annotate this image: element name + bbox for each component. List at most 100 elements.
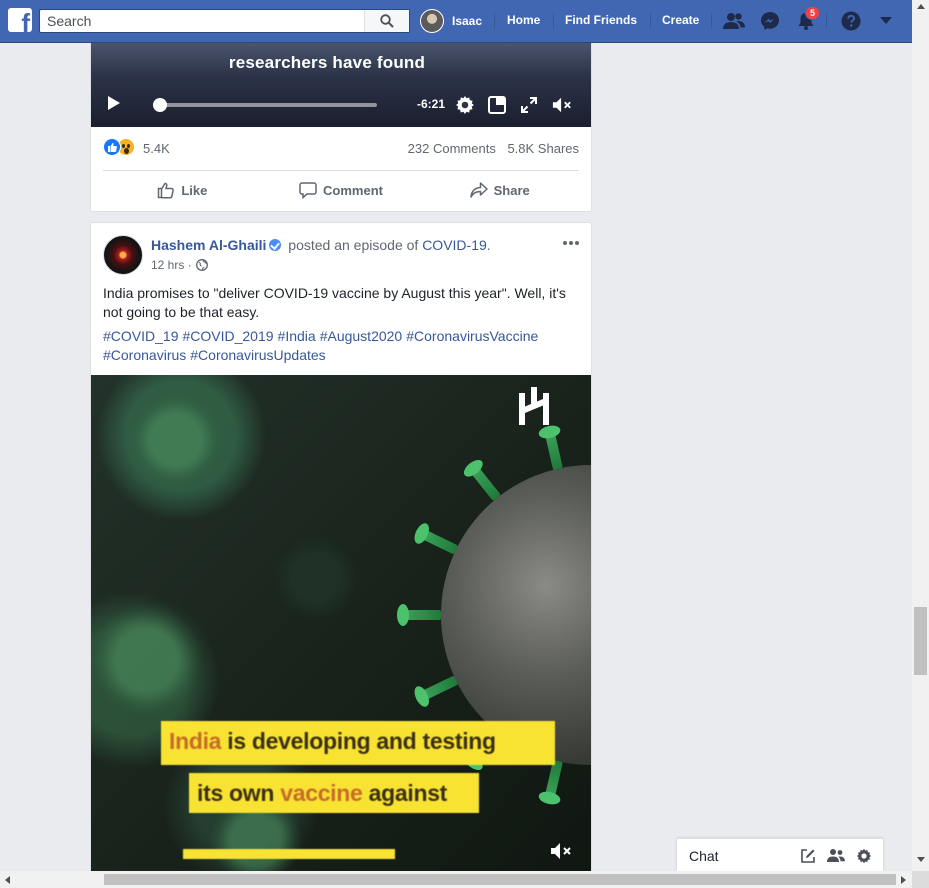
nav-create-link[interactable]: Create (662, 13, 699, 27)
hashtag-link[interactable]: #CoronavirusUpdates (190, 347, 325, 363)
like-button[interactable]: Like (103, 173, 262, 207)
notification-count-badge: 5 (805, 6, 821, 20)
search-input[interactable] (40, 10, 365, 32)
video-player[interactable]: India is developing and testing its own … (91, 375, 591, 882)
post-header: Hashem Al-Ghaili posted an episode of CO… (151, 237, 491, 253)
avatar (420, 9, 444, 33)
nav-divider (711, 13, 712, 29)
chat-settings-button[interactable] (855, 847, 873, 865)
hashtag-link[interactable]: #August2020 (320, 328, 403, 344)
mute-button[interactable] (552, 95, 572, 115)
more-icon (575, 241, 579, 245)
like-reaction-icon[interactable] (103, 138, 121, 156)
like-label: Like (181, 182, 208, 198)
facebook-logo-icon[interactable]: f (8, 8, 32, 32)
mute-icon (552, 97, 571, 113)
post-stats: 5.4K 232 Comments 5.8K Shares (103, 138, 579, 158)
pip-icon (488, 96, 506, 114)
post-timestamp: 12 hrs · (151, 258, 208, 272)
comment-icon (299, 182, 317, 199)
episode-link[interactable]: COVID-19 (422, 237, 487, 253)
video-caption: researchers have found (228, 53, 426, 72)
divider (103, 170, 579, 171)
hashtag-link[interactable]: #COVID_2019 (182, 328, 273, 344)
messenger-button[interactable] (758, 10, 782, 32)
shares-count-link[interactable]: 5.8K Shares (507, 141, 579, 156)
fullscreen-icon (521, 97, 537, 113)
hashtag-link[interactable]: #Coronavirus (103, 347, 186, 363)
video-caption-line (183, 849, 395, 859)
comment-button[interactable]: Comment (262, 173, 421, 207)
reactions-count[interactable]: 5.4K (143, 141, 170, 156)
video-progress-handle[interactable] (153, 98, 167, 112)
more-icon (569, 241, 573, 245)
globe-icon (195, 259, 208, 271)
friends-icon (723, 13, 745, 29)
hashtag-link[interactable]: #COVID_19 (103, 328, 178, 344)
like-icon (158, 182, 175, 199)
video-time-remaining: -6:21 (417, 97, 446, 111)
chat-bar[interactable]: Chat (676, 838, 884, 871)
horizontal-scrollbar[interactable] (0, 871, 912, 888)
search-button[interactable] (364, 10, 409, 32)
video-settings-button[interactable] (455, 95, 475, 115)
virus-image (91, 605, 201, 715)
scroll-down-arrow-icon[interactable] (917, 857, 925, 862)
nav-find-friends-link[interactable]: Find Friends (565, 13, 637, 27)
author-name-link[interactable]: Hashem Al-Ghaili (151, 237, 266, 253)
channel-logo-icon (519, 387, 549, 425)
video-caption-highlight: vaccine (280, 780, 363, 806)
share-button[interactable]: Share (420, 173, 579, 207)
post-actions: Like Comment Share (103, 173, 579, 207)
fullscreen-button[interactable] (519, 95, 539, 115)
author-avatar[interactable] (103, 235, 143, 275)
help-button[interactable] (839, 10, 863, 32)
scroll-up-arrow-icon[interactable] (917, 4, 925, 9)
verified-badge-icon (269, 239, 282, 251)
scrollbar-corner (912, 871, 929, 888)
post-hashtags: #COVID_19 #COVID_2019 #India #August2020 #Co… (103, 327, 579, 365)
video-caption-text: against (362, 780, 448, 806)
notifications-button[interactable]: 5 (794, 6, 821, 32)
profile-name: Isaac (452, 14, 483, 28)
post-text: India promises to "deliver COVID-19 vacc… (103, 285, 566, 320)
feed-post: Hashem Al-Ghaili posted an episode of CO… (90, 222, 592, 882)
help-icon (841, 11, 861, 31)
settings-gear-icon (856, 848, 872, 864)
play-icon[interactable] (108, 96, 120, 110)
comments-count-link[interactable]: 232 Comments (408, 141, 496, 156)
caret-down-icon (880, 17, 892, 24)
post-options-button[interactable] (561, 235, 581, 251)
hashtag-link[interactable]: #India (278, 328, 316, 344)
scroll-left-arrow-icon[interactable] (5, 876, 10, 884)
vertical-scrollbar[interactable] (912, 0, 929, 871)
post-time-link[interactable]: 12 hrs (151, 258, 184, 272)
search-box (39, 9, 410, 33)
share-label: Share (493, 182, 530, 198)
compose-icon (801, 849, 815, 863)
video-caption-line: its own vaccine against (189, 773, 479, 813)
search-icon (380, 14, 394, 28)
account-menu-button[interactable] (874, 10, 898, 32)
profile-link[interactable]: Isaac (420, 9, 482, 33)
episode-suffix: . (486, 237, 491, 253)
hashtag-link[interactable]: #CoronavirusVaccine (406, 328, 538, 344)
scrollbar-thumb[interactable] (104, 874, 896, 885)
virus-spike (403, 610, 441, 620)
scroll-right-arrow-icon[interactable] (901, 876, 906, 884)
mute-icon[interactable] (550, 841, 572, 861)
friend-requests-button[interactable] (722, 10, 746, 32)
group-icon (827, 849, 845, 862)
settings-gear-icon (456, 96, 474, 114)
video-player[interactable]: researchers have found -6:21 (91, 43, 591, 127)
scrollbar-thumb[interactable] (914, 607, 927, 675)
new-message-button[interactable] (799, 847, 817, 865)
picture-in-picture-button[interactable] (487, 95, 507, 115)
nav-divider (494, 13, 495, 29)
video-caption-highlight: India (169, 728, 222, 754)
nav-divider (826, 13, 827, 29)
new-group-button[interactable] (827, 847, 845, 865)
nav-divider (553, 13, 554, 29)
nav-home-link[interactable]: Home (507, 13, 540, 27)
video-progress-bar[interactable] (153, 98, 377, 112)
